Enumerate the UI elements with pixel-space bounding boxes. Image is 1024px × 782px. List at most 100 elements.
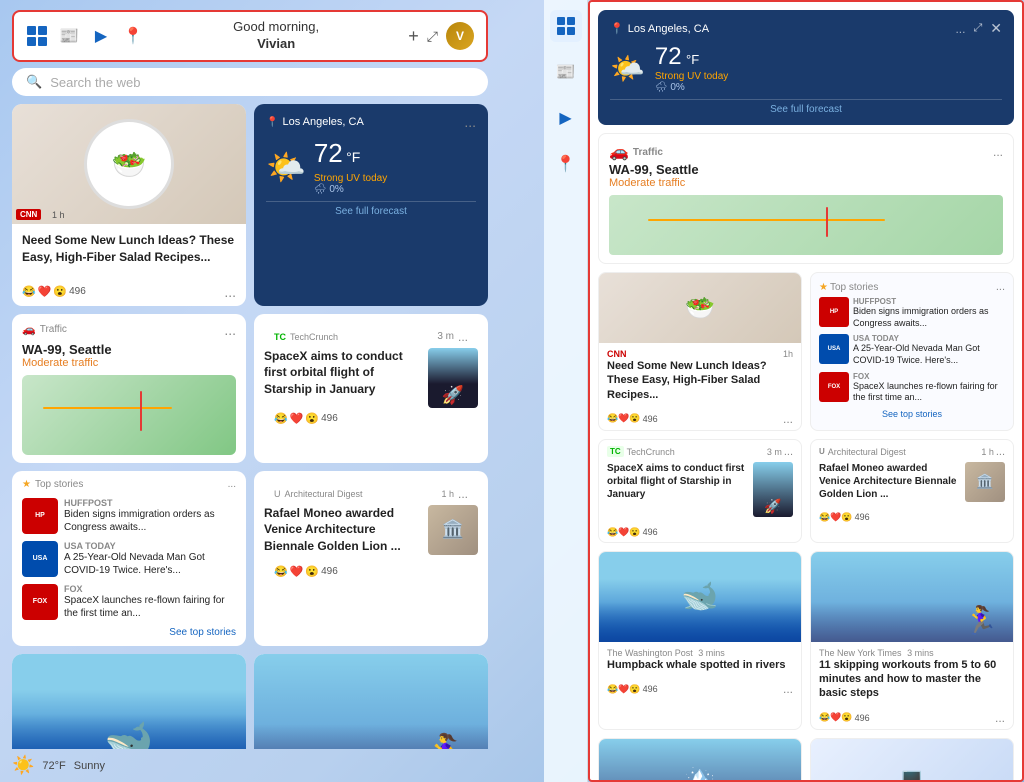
sidebar-video-icon[interactable]: ▶ — [550, 102, 582, 134]
right-spacex-card[interactable]: TC TechCrunch 3 m ... SpaceX aims to con… — [598, 439, 802, 543]
location-icon[interactable]: 📍 — [122, 25, 144, 47]
story-item-3[interactable]: FOX FOX SpaceX launches re-flown fairing… — [22, 584, 236, 620]
top-bar-nav-icons: 📰 ▶ 📍 — [26, 25, 144, 47]
story-text-2: USA TODAY A 25-Year-Old Nevada Man Got C… — [64, 541, 236, 577]
cnn-badge: CNN — [16, 209, 41, 220]
right-rafael-content: Rafael Moneo awarded Venice Architecture… — [819, 462, 1005, 502]
story-item-2[interactable]: USA USA TODAY A 25-Year-Old Nevada Man G… — [22, 541, 236, 577]
right-skip-reactions: 😂❤️😮496 — [819, 712, 870, 723]
weather-forecast-link[interactable]: See full forecast — [266, 201, 476, 217]
right-whale-card[interactable]: 🐋 The Washington Post 3 mins Humpback wh… — [598, 551, 802, 730]
spacex-rocket-icon: 🚀 — [428, 348, 478, 408]
top-stories-label: ★ Top stories ... — [22, 479, 236, 490]
see-top-stories-link[interactable]: See top stories — [22, 627, 236, 638]
add-button[interactable]: + — [408, 26, 419, 47]
weather-more-btn[interactable]: ... — [464, 114, 476, 130]
food-image: 🥗 CNN 1 h — [12, 104, 246, 224]
whale-card[interactable]: 🐋 The Washington Post 3 mins Humpback wh… — [12, 654, 246, 749]
rafael-more-btn[interactable]: ... — [458, 487, 468, 501]
top-stories-more[interactable]: ... — [228, 479, 236, 490]
rafael-source: U Architectural Digest 1 h ... — [264, 479, 478, 501]
home-icon[interactable] — [26, 25, 48, 47]
food-card[interactable]: 🥗 CNN 1 h Need Some New Lunch Ideas? The… — [12, 104, 246, 306]
skipping-card[interactable]: 🏃‍♀️ The New York Times 20 mins 11 skipp… — [254, 654, 488, 749]
right-weather-expand-icon[interactable]: ⤢ — [973, 22, 982, 35]
right-food-card[interactable]: 🥗 CNN 1h Need Some New Lunch Ideas? Thes… — [598, 272, 802, 431]
right-weather-uv: Strong UV today — [655, 71, 728, 82]
rafael-text: Rafael Moneo awarded Venice Architecture… — [264, 505, 420, 561]
right-stories-more[interactable]: ... — [996, 281, 1005, 293]
right-top-stories[interactable]: ★ Top stories ... HP HUFFPOST Biden sign… — [810, 272, 1014, 431]
whale-icon: 🐋 — [104, 717, 154, 749]
weather-card[interactable]: 📍 Los Angeles, CA ... 🌤️ 72 °F Strong UV… — [254, 104, 488, 306]
spacex-more-btn[interactable]: ... — [458, 330, 468, 344]
spacex-title: SpaceX aims to conduct first orbital fli… — [264, 348, 420, 398]
right-grid-row3: 🐋 The Washington Post 3 mins Humpback wh… — [590, 543, 1022, 730]
left-panel: 📰 ▶ 📍 Good morning, Vivian + ⤢ V 🔍 Searc… — [0, 0, 500, 782]
skip-rope-icon: 🏃‍♀️ — [423, 732, 468, 749]
right-skipping-card[interactable]: 🏃‍♀️ The New York Times 3 mins 11 skippi… — [810, 551, 1014, 730]
rafael-card[interactable]: U Architectural Digest 1 h ... Rafael Mo… — [254, 471, 488, 646]
right-skip-image: 🏃‍♀️ — [811, 552, 1013, 642]
right-rafael-reactions: 😂❤️😮496 — [819, 512, 870, 523]
right-food-image: 🥗 — [599, 273, 801, 343]
rafael-title: Rafael Moneo awarded Venice Architecture… — [264, 505, 420, 555]
right-rafael-footer: 😂❤️😮496 — [811, 508, 1013, 527]
right-story-1[interactable]: HP HUFFPOST Biden signs immigration orde… — [819, 297, 1005, 329]
right-traffic-card[interactable]: 🚗 Traffic ... WA-99, Seattle Moderate tr… — [598, 133, 1014, 264]
right-story-img-1: HP — [819, 297, 849, 327]
right-skip-more[interactable]: ... — [995, 711, 1005, 725]
right-story-3[interactable]: FOX FOX SpaceX launches re-flown fairing… — [819, 372, 1005, 404]
right-story-img-3: FOX — [819, 372, 849, 402]
food-more-btn[interactable]: ... — [224, 284, 236, 300]
right-weather-location: 📍 Los Angeles, CA ... ⤢ ✕ — [610, 20, 1002, 37]
right-windows-laptop-icon: 💻 — [898, 766, 925, 782]
right-story-2[interactable]: USA USA TODAY A 25-Year-Old Nevada Man G… — [819, 334, 1005, 366]
top-stories-card[interactable]: ★ Top stories ... HP HUFFPOST Biden sign… — [12, 471, 246, 646]
right-patricia-lake-icon: 🏔️ — [683, 762, 718, 782]
sidebar-news-icon[interactable]: 📰 — [550, 56, 582, 88]
video-icon[interactable]: ▶ — [90, 25, 112, 47]
traffic-card[interactable]: 🚗 Traffic ... WA-99, Seattle Moderate tr… — [12, 314, 246, 463]
spacex-card[interactable]: TC TechCrunch 3 m ... SpaceX aims to con… — [254, 314, 488, 463]
right-traffic-more[interactable]: ... — [993, 145, 1003, 159]
right-whale-more[interactable]: ... — [783, 682, 793, 696]
top-bar-actions: + ⤢ V — [408, 22, 474, 50]
right-rafael-card[interactable]: U Architectural Digest 1 h ... Rafael Mo… — [810, 439, 1014, 543]
search-bar[interactable]: 🔍 Search the web — [12, 68, 488, 96]
right-spacex-more[interactable]: ... — [784, 446, 793, 458]
story-img-2: USA — [22, 541, 58, 577]
close-button[interactable]: ✕ — [990, 20, 1002, 37]
sidebar-location-icon[interactable]: 📍 — [550, 148, 582, 180]
right-skip-icon: 🏃‍♀️ — [963, 604, 998, 637]
sidebar-home-icon[interactable] — [550, 10, 582, 42]
right-forecast-link[interactable]: See full forecast — [610, 99, 1002, 115]
right-weather-more[interactable]: ... — [955, 22, 965, 36]
story-img-1: HP — [22, 498, 58, 534]
right-weather-temp: 72 °F — [655, 43, 728, 71]
weather-temp: 72 °F — [314, 138, 387, 169]
avatar[interactable]: V — [446, 22, 474, 50]
right-traffic-map — [609, 195, 1003, 255]
story-item-1[interactable]: HP HUFFPOST Biden signs immigration orde… — [22, 498, 236, 534]
right-traffic-header: 🚗 Traffic ... — [609, 142, 1003, 162]
right-patricia-card[interactable]: 🏔️ The New York Times Patricia Urquiola … — [598, 738, 802, 782]
rafael-building-icon: 🏛️ — [428, 505, 478, 555]
right-tc-badge: TC — [607, 446, 624, 457]
right-whale-reactions: 😂❤️😮496 — [607, 684, 658, 695]
spacex-text: SpaceX aims to conduct first orbital fli… — [264, 348, 420, 408]
expand-icon[interactable]: ⤢ — [427, 28, 438, 45]
right-weather-card[interactable]: 📍 Los Angeles, CA ... ⤢ ✕ 🌤️ 72 °F Stron… — [598, 10, 1014, 125]
right-story-text-1: HUFFPOST Biden signs immigration orders … — [853, 297, 1005, 329]
greeting-text: Good morning, Vivian — [144, 19, 408, 53]
right-windows-card[interactable]: 💻 The Verge Microsoft will release Windo… — [810, 738, 1014, 782]
search-placeholder: Search the web — [50, 75, 140, 90]
right-see-more-link[interactable]: See top stories — [819, 409, 1005, 419]
traffic-more-btn[interactable]: ... — [224, 322, 236, 338]
traffic-status: Moderate traffic — [22, 357, 236, 369]
news-icon[interactable]: 📰 — [58, 25, 80, 47]
right-rafael-more[interactable]: ... — [996, 446, 1005, 458]
right-food-more[interactable]: ... — [783, 412, 793, 426]
right-skip-body: The New York Times 3 mins 11 skipping wo… — [811, 642, 1013, 707]
right-food-footer: 😂❤️😮496 ... — [599, 408, 801, 430]
